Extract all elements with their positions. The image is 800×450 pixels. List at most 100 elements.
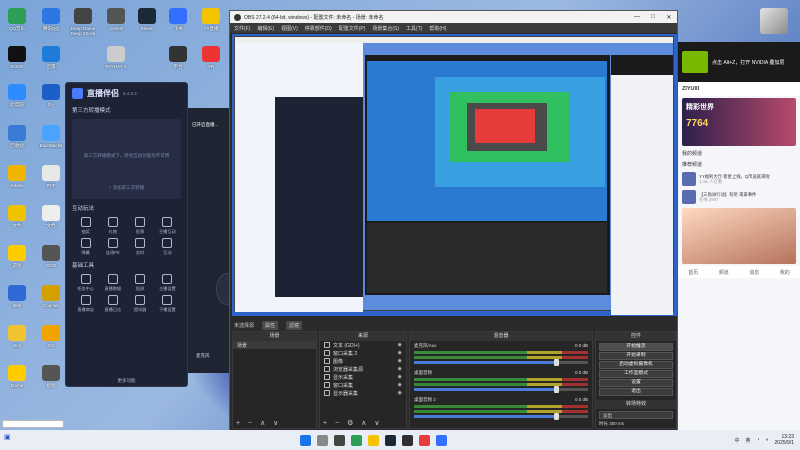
volume-icon[interactable]: ◖ bbox=[766, 437, 769, 443]
nav-tab[interactable]: 我的 bbox=[780, 269, 790, 276]
desktop-icon[interactable]: GOG bbox=[34, 245, 68, 275]
transition-duration[interactable]: 时长 300 ms bbox=[599, 421, 673, 427]
scene-dock-buttons[interactable]: + − ∧ ∨ bbox=[236, 419, 281, 427]
visibility-icon[interactable]: ◉ bbox=[398, 350, 402, 356]
start-icon[interactable] bbox=[300, 434, 311, 446]
nav-tab[interactable]: 首页 bbox=[688, 269, 698, 276]
desktop-icon[interactable]: PAYDAY 2 bbox=[99, 46, 133, 76]
search-icon[interactable] bbox=[317, 434, 328, 446]
tool-button[interactable]: 实时 bbox=[127, 238, 154, 256]
notification-bar[interactable] bbox=[2, 420, 64, 428]
volume-slider-knob[interactable] bbox=[553, 359, 559, 366]
volume-slider[interactable] bbox=[414, 386, 588, 393]
desktop-icon[interactable]: 文档 bbox=[34, 205, 68, 235]
menu-item[interactable]: 文件(F) bbox=[234, 25, 250, 32]
menu-item[interactable]: 编辑(E) bbox=[257, 25, 274, 32]
control-button[interactable]: 设置 bbox=[599, 379, 673, 387]
desktop-icon[interactable]: 回收站 bbox=[0, 125, 34, 155]
obs-preview[interactable] bbox=[232, 34, 677, 316]
source-item[interactable]: 图像 ◉ bbox=[320, 357, 406, 365]
steam-icon[interactable] bbox=[385, 434, 396, 446]
visibility-icon[interactable]: ◉ bbox=[398, 366, 402, 372]
tool-button[interactable]: 主播设置 bbox=[154, 274, 181, 292]
tool-button[interactable]: 投屏 bbox=[127, 274, 154, 292]
nvidia-overlay-toast[interactable]: 点击 Alt+Z，打开 NVIDIA 叠加层 bbox=[678, 42, 800, 82]
menu-item[interactable]: 工具(T) bbox=[406, 25, 422, 32]
desktop-icon[interactable]: Game bbox=[0, 365, 34, 395]
tool-button[interactable]: 任务中心 bbox=[72, 274, 99, 292]
desktop-icon[interactable]: 腾讯QQ bbox=[34, 8, 68, 38]
tool-button[interactable]: 礼物 bbox=[99, 217, 126, 235]
source-item[interactable]: 显示采集 ◉ bbox=[320, 373, 406, 381]
desktop-icon[interactable]: YY直播 bbox=[194, 8, 228, 38]
volume-slider-knob[interactable] bbox=[553, 413, 559, 420]
tool-button[interactable]: 直播商店 bbox=[72, 295, 99, 313]
desktop-icon[interactable]: context bbox=[99, 8, 133, 38]
desktop-icon[interactable]: GO bbox=[34, 325, 68, 355]
yy-banner[interactable]: 精彩世界 7764 bbox=[682, 98, 796, 146]
desktop-icon[interactable]: 平台 bbox=[161, 46, 195, 76]
yy-icon[interactable] bbox=[419, 434, 430, 446]
desktop-icon[interactable]: VR bbox=[194, 46, 228, 76]
tool-button[interactable]: 主播互动 bbox=[154, 217, 181, 235]
clock[interactable]: 13:23 2025/9/1 bbox=[775, 434, 794, 446]
menu-item[interactable]: 停靠部件(D) bbox=[305, 25, 332, 32]
folder-icon[interactable] bbox=[368, 434, 379, 446]
close-icon[interactable]: ✕ bbox=[661, 14, 677, 21]
volume-slider[interactable] bbox=[414, 359, 588, 366]
lang-indicator[interactable]: 英 bbox=[745, 437, 750, 444]
ime-indicator[interactable]: 中 bbox=[734, 437, 739, 444]
transition-select[interactable]: 淡出 bbox=[599, 411, 673, 419]
tool-button[interactable]: 弹幕 bbox=[72, 238, 99, 256]
desktop-icon[interactable]: Steam bbox=[130, 8, 164, 38]
app-shortcut-icon[interactable] bbox=[760, 8, 788, 34]
nav-tab[interactable]: 消息 bbox=[749, 269, 759, 276]
minimize-icon[interactable]: — bbox=[629, 14, 645, 21]
desktop-icon[interactable]: 游戏 bbox=[0, 245, 34, 275]
desktop-icon[interactable]: BlueStacks bbox=[34, 125, 68, 155]
desktop-icon[interactable]: Adobe bbox=[0, 165, 34, 195]
control-button[interactable]: 工作室模式 bbox=[599, 370, 673, 378]
control-button[interactable]: 退出 bbox=[599, 388, 673, 396]
source-item[interactable]: 显示器采集 ◉ bbox=[320, 389, 406, 397]
tool-button[interactable]: 投票 bbox=[127, 217, 154, 235]
volume-slider-knob[interactable] bbox=[553, 386, 559, 393]
source-item[interactable]: 浏览器采集源 ◉ bbox=[320, 365, 406, 373]
tool-button[interactable]: 直播数据 bbox=[99, 274, 126, 292]
feishu-icon[interactable] bbox=[436, 434, 447, 446]
tool-button[interactable]: 互动 bbox=[154, 238, 181, 256]
add-relay-button[interactable]: + 添加第三方转播 bbox=[72, 185, 181, 191]
desktop-icon[interactable]: PDF bbox=[34, 165, 68, 195]
source-item[interactable]: 文本 (GDI+) ◉ bbox=[320, 341, 406, 349]
desktop-icon[interactable]: Deep Game Deep Shock bbox=[66, 8, 100, 38]
control-button[interactable]: 启动虚拟摄像机 bbox=[599, 361, 673, 369]
menu-item[interactable]: 视图(V) bbox=[281, 25, 298, 32]
visibility-icon[interactable]: ◉ bbox=[398, 374, 402, 380]
visibility-icon[interactable]: ◉ bbox=[398, 390, 402, 396]
task-view-icon[interactable] bbox=[334, 434, 345, 446]
channel-list-item[interactable]: YY福利大厅·新星上线，Q币送就来啦 1.4w 人在看 bbox=[678, 170, 800, 188]
obs-icon[interactable] bbox=[402, 434, 413, 446]
desktop-icon[interactable]: G+ bbox=[34, 84, 68, 114]
desktop-icon[interactable]: Item bbox=[0, 285, 34, 315]
tool-button[interactable]: 直播日志 bbox=[99, 295, 126, 313]
menu-item[interactable]: 帮助(H) bbox=[429, 25, 446, 32]
filters-button[interactable]: 滤镜 bbox=[286, 320, 303, 330]
tool-button[interactable]: 下播设置 bbox=[154, 295, 181, 313]
desktop-icon[interactable]: 此电脑 bbox=[0, 84, 34, 114]
tool-button[interactable]: 提词器 bbox=[127, 295, 154, 313]
visibility-icon[interactable]: ◉ bbox=[398, 382, 402, 388]
desktop-icon[interactable]: 文件 bbox=[0, 205, 34, 235]
desktop-icon[interactable]: 飞书 bbox=[161, 8, 195, 38]
feature-image[interactable] bbox=[682, 208, 796, 264]
desktop-icon[interactable]: 视频 bbox=[34, 365, 68, 395]
source-item[interactable]: 窗口采集 2 ◉ bbox=[320, 349, 406, 357]
channel-list-item[interactable]: 【三角洲行动】有奖·来拿事件 在线 2997 bbox=[678, 188, 800, 206]
more-features-button[interactable]: 更多功能 bbox=[66, 378, 187, 384]
tool-button[interactable]: 连线PK bbox=[99, 238, 126, 256]
source-item[interactable]: 窗口采集 ◉ bbox=[320, 381, 406, 389]
properties-button[interactable]: 属性 bbox=[262, 320, 279, 330]
visibility-icon[interactable]: ◉ bbox=[398, 358, 402, 364]
desktop-icon[interactable]: KOOK bbox=[0, 46, 34, 76]
menu-item[interactable]: 配置文件(P) bbox=[339, 25, 366, 32]
